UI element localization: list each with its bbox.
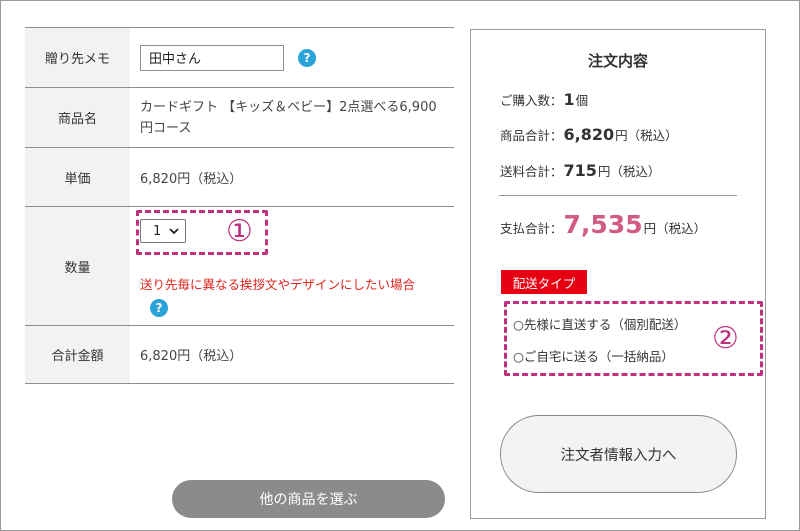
goods-total: 商品合計： 6,820 円（税込） — [500, 125, 678, 144]
delivery-option-home[interactable]: ○ご自宅に送る（一括納品） — [513, 346, 674, 365]
order-summary-panel: 注文内容 ご購入数： 1 個 商品合計： 6,820 円（税込） 送料合計： 7… — [470, 29, 766, 519]
product-row: 商品名 カードギフト 【キッズ＆ベビー】2点選べる6,900円コース — [25, 88, 454, 148]
help-icon[interactable]: ? — [298, 48, 316, 67]
annotation-number-1: ① — [226, 214, 253, 249]
memo-label: 贈り先メモ — [25, 28, 130, 87]
price-value: 6,820円（税込） — [140, 171, 243, 187]
help-icon[interactable]: ? — [150, 299, 168, 317]
annotation-box-2: ○先様に直送する（個別配送） ○ご自宅に送る（一括納品） ② — [504, 301, 763, 376]
price-row: 単価 6,820円（税込） — [25, 148, 454, 207]
annotation-number-2: ② — [712, 321, 739, 356]
greeting-note-link[interactable]: 送り先毎に異なる挨拶文やデザインにしたい場合 — [140, 274, 415, 293]
product-label: 商品名 — [25, 88, 130, 147]
delivery-option-direct[interactable]: ○先様に直送する（個別配送） — [513, 314, 686, 333]
memo-row: 贈り先メモ ? — [25, 28, 454, 88]
select-other-product-button[interactable]: 他の商品を選ぶ — [172, 480, 445, 518]
summary-title: 注文内容 — [587, 52, 648, 70]
quantity-select[interactable]: 1 — [140, 219, 186, 243]
quantity-label: 数量 — [25, 207, 130, 325]
quantity-row: 数量 ① 1 送り先毎に異なる挨拶文やデザインにしたい場合 ? — [25, 207, 454, 326]
purchase-count: ご購入数： 1 個 — [500, 90, 589, 109]
divider — [499, 195, 737, 196]
shipping-total: 送料合計： 715 円（税込） — [500, 161, 661, 180]
delivery-type-badge: 配送タイプ — [501, 270, 587, 294]
memo-input[interactable] — [140, 44, 284, 71]
product-name: カードギフト 【キッズ＆ベビー】2点選べる6,900円コース — [140, 99, 437, 136]
orderer-info-button[interactable]: 注文者情報入力へ — [500, 415, 737, 493]
payment-total: 支払合計： 7,535 円（税込） — [500, 210, 707, 239]
chevron-down-icon — [169, 227, 179, 234]
quantity-value: 1 — [153, 223, 162, 239]
total-value: 6,820円（税込） — [140, 349, 243, 364]
price-label: 単価 — [25, 148, 130, 206]
total-label: 合計金額 — [25, 326, 130, 383]
total-row: 合計金額 6,820円（税込） — [25, 326, 454, 384]
order-table: 贈り先メモ ? 商品名 カードギフト 【キッズ＆ベビー】2点選べる6,900円コ… — [25, 27, 454, 384]
